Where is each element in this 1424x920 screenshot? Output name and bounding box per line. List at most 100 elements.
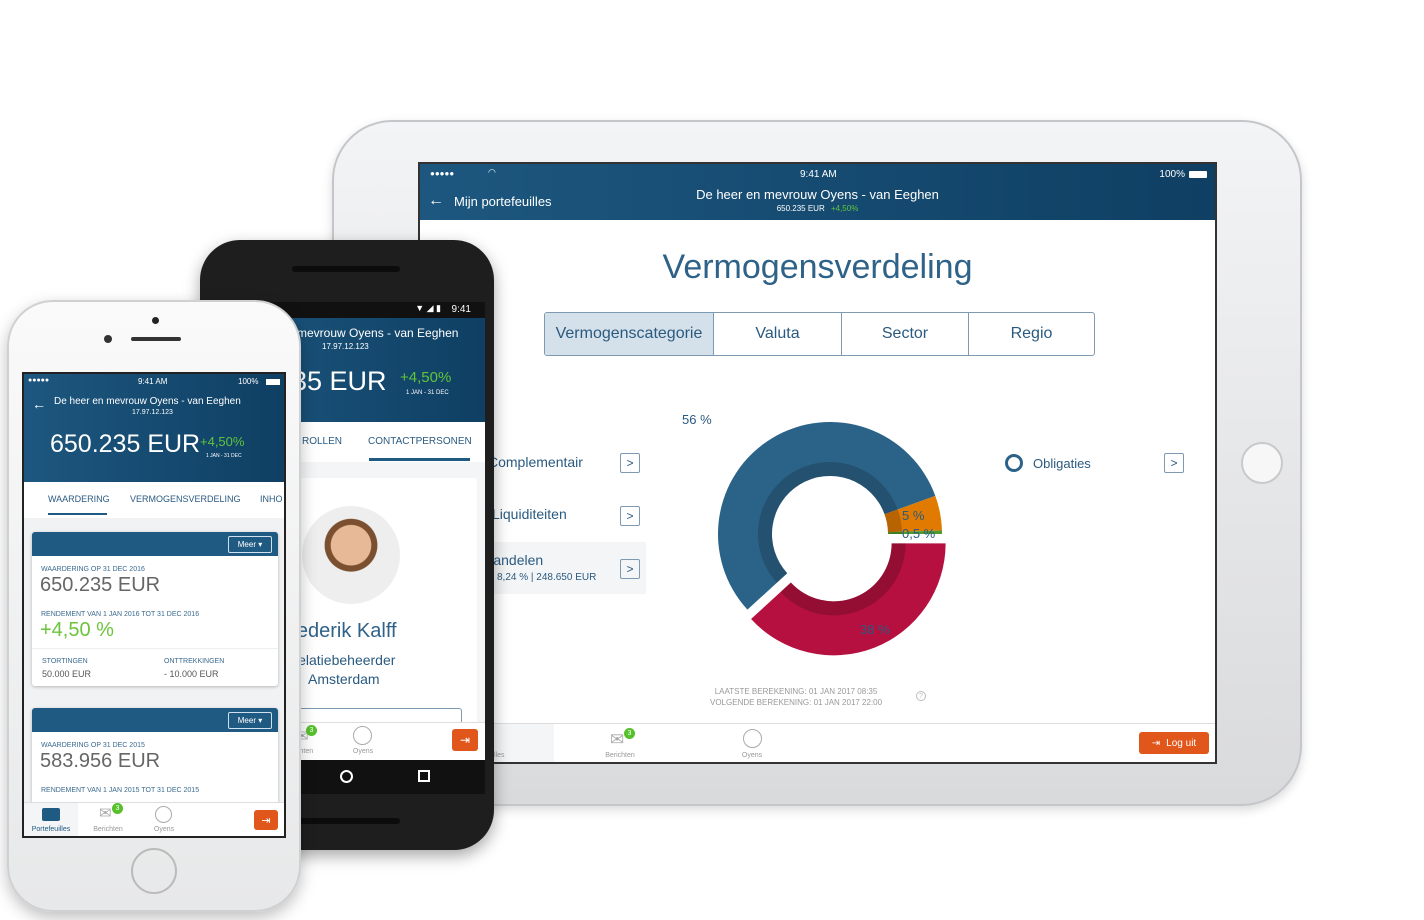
logout-button[interactable]: ⇥ — [254, 810, 278, 830]
last-calculation: LAATSTE BEREKENING: 01 JAN 2017 08:35 — [714, 687, 878, 696]
nav-label: Oyens — [741, 752, 763, 759]
valuation-value: 583.956 EUR — [40, 750, 161, 772]
nav-label: Berichten — [93, 826, 123, 833]
header-summary: 650.235 EUR +4,50% — [420, 204, 1215, 213]
nav-label: Oyens — [352, 748, 374, 755]
client-name: mevrouw Oyens - van Eeghen — [297, 326, 459, 340]
slice-label: 38 % — [860, 622, 890, 637]
signal-icon: ●●●●● — [28, 377, 50, 384]
active-tab-indicator — [48, 513, 107, 515]
segment-tabs: Vermogenscategorie Valuta Sector Regio — [544, 312, 1095, 356]
deposits-label: STORTINGEN — [42, 658, 88, 665]
withdrawals-value: - 10.000 EUR — [164, 669, 219, 679]
arrow-left-icon[interactable]: ← — [32, 396, 46, 412]
tab-rollen[interactable]: ROLLEN — [302, 436, 342, 447]
allocation-donut-chart: 38 % 56 % 5 % 0,5 % — [682, 412, 946, 656]
tab-vermogenscategorie[interactable]: Vermogenscategorie — [545, 313, 713, 355]
message-badge: 3 — [624, 728, 635, 739]
next-calculation: VOLGENDE BEREKENING: 01 JAN 2017 22:00 — [710, 698, 883, 707]
legend-obligaties[interactable]: Obligaties — [1005, 454, 1091, 472]
valuation-value: 650.235 EUR — [40, 574, 161, 596]
person-icon — [155, 806, 172, 823]
slice-label: 56 % — [682, 412, 712, 427]
total-value: 35 EUR — [292, 366, 387, 396]
battery-level: 100% — [1159, 169, 1185, 180]
nav-portefeuilles[interactable]: Portefeuilles — [24, 803, 78, 836]
home-circle-icon[interactable] — [340, 770, 353, 783]
tab-valuta[interactable]: Valuta — [713, 313, 841, 355]
contact-role: Relatiebeheerder — [288, 652, 396, 668]
tab-regio[interactable]: Regio — [968, 313, 1094, 355]
return-value: +4,50 % — [40, 619, 114, 641]
withdrawals-label: ONTTREKKINGEN — [164, 658, 225, 665]
chevron-right-icon[interactable]: > — [620, 506, 640, 526]
slice-label: 0,5 % — [902, 526, 936, 541]
logout-icon: ⇥ — [1151, 737, 1161, 749]
message-badge: 3 — [112, 803, 123, 814]
client-name: De heer en mevrouw Oyens - van Eeghen — [696, 187, 939, 202]
tab-vermogensverdeling[interactable]: VERMOGENSVERDELING — [130, 494, 241, 504]
meer-dropdown[interactable]: Meer ▾ — [228, 712, 272, 729]
account-number: 17.97.12.123 — [132, 409, 173, 416]
recents-square-icon[interactable] — [418, 770, 430, 782]
client-name: De heer en mevrouw Oyens - van Eeghen — [54, 396, 241, 407]
wallet-icon — [42, 808, 60, 821]
meer-dropdown[interactable]: Meer ▾ — [228, 536, 272, 553]
valuation-card: Meer ▾ WAARDERING OP 31 DEC 2015 583.956… — [32, 708, 278, 808]
envelope-icon: ✉ — [99, 805, 112, 822]
wifi-icon: ◠ — [488, 167, 496, 177]
tab-inhoud[interactable]: INHO — [260, 494, 283, 504]
logout-icon: ⇥ — [261, 814, 271, 827]
status-time: 9:41 — [451, 304, 471, 315]
iphone-screen: ●●●●● 9:41 AM 100% ← De heer en mevrouw … — [22, 372, 286, 838]
logout-button[interactable]: ⇥ — [452, 729, 478, 751]
chevron-right-icon[interactable]: > — [1164, 453, 1184, 473]
category-label: Liquiditeiten — [492, 506, 567, 522]
nav-berichten[interactable]: ✉ 3 Berichten — [88, 803, 128, 836]
battery-level: 100% — [238, 377, 259, 386]
nav-oyens[interactable]: Oyens — [144, 803, 184, 836]
legend-ring-icon — [1005, 454, 1023, 472]
signal-icon: ●●●●● — [430, 169, 455, 178]
donut-slice[interactable] — [751, 543, 946, 656]
tab-sector[interactable]: Sector — [841, 313, 968, 355]
message-badge: 3 — [306, 725, 317, 736]
chevron-right-icon[interactable]: > — [620, 559, 640, 579]
total-value: 650.235 EUR — [776, 204, 825, 213]
category-detail: 8,24 % | 248.650 EUR — [497, 572, 597, 583]
meer-label: Meer — [237, 540, 256, 549]
battery-icon — [1189, 171, 1207, 178]
nav-label: Oyens — [153, 826, 175, 833]
change-value: +4,50% — [400, 369, 452, 386]
nav-oyens[interactable]: Oyens — [732, 728, 772, 762]
contact-city: Amsterdam — [308, 671, 380, 687]
valuation-card: Meer ▾ WAARDERING OP 31 DEC 2016 650.235… — [32, 532, 278, 686]
slice-label: 5 % — [902, 508, 925, 523]
category-label: Complementair — [488, 454, 583, 470]
ipad-home-button[interactable] — [1241, 442, 1283, 484]
nav-oyens[interactable]: Oyens — [348, 725, 378, 759]
return-label: RENDEMENT VAN 1 JAN 2015 TOT 31 DEC 2015 — [41, 787, 200, 794]
legend-label: Obligaties — [1033, 455, 1091, 471]
valuation-label: WAARDERING OP 31 DEC 2016 — [41, 566, 145, 573]
nav-berichten[interactable]: ✉ 3 Berichten — [600, 728, 640, 762]
chevron-right-icon[interactable]: > — [620, 453, 640, 473]
page-title: Vermogensverdeling — [662, 248, 973, 286]
valuation-label: WAARDERING OP 31 DEC 2015 — [41, 742, 145, 749]
speaker-grille — [131, 337, 181, 341]
help-icon[interactable]: ? — [916, 691, 926, 701]
person-icon — [743, 729, 762, 748]
logout-label: Log uit — [1166, 737, 1197, 749]
ipad-screen: ●●●●● ◠ 9:41 AM 100% ← Mijn portefeuille… — [418, 162, 1217, 764]
iphone-tabs: WAARDERING VERMOGENSVERDELING INHO — [24, 482, 284, 518]
ipad-bottom-nav: lles ✉ 3 Berichten Oyens ⇥ Log uit — [420, 723, 1215, 762]
account-number: 17.97.12.123 — [322, 342, 369, 351]
battery-icon — [266, 379, 280, 385]
tab-waardering[interactable]: WAARDERING — [48, 494, 110, 504]
tab-contactpersonen[interactable]: CONTACTPERSONEN — [368, 436, 472, 447]
envelope-icon: ✉ — [610, 730, 625, 749]
nav-label: Berichten — [605, 752, 635, 759]
iphone-home-button[interactable] — [131, 848, 177, 894]
change-value: +4,50% — [200, 434, 245, 449]
logout-button[interactable]: ⇥ Log uit — [1139, 732, 1209, 754]
